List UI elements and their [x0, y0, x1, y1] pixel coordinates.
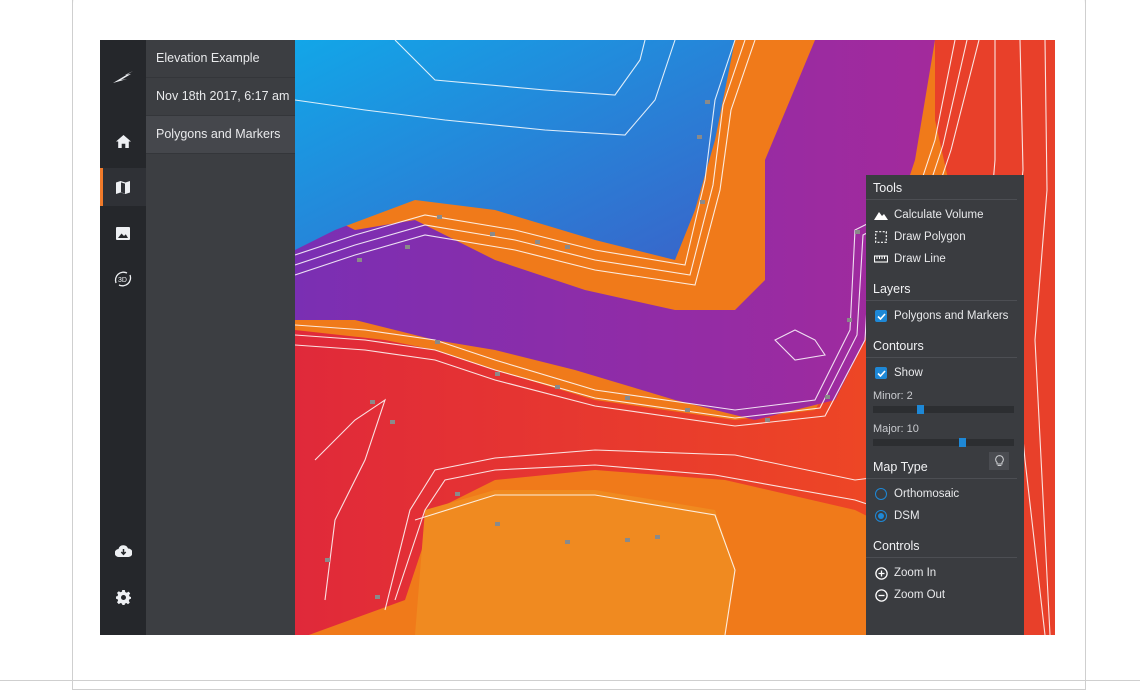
lightbulb-icon[interactable] — [989, 452, 1009, 470]
3d-view-icon[interactable]: 3D — [100, 260, 146, 298]
home-icon[interactable] — [100, 122, 146, 160]
capture-date[interactable]: Nov 18th 2017, 6:17 am — [146, 78, 295, 116]
image-icon[interactable] — [100, 214, 146, 252]
laptop-base — [0, 680, 1140, 700]
draw-line-tool[interactable]: Draw Line — [866, 248, 1024, 270]
cloud-download-icon[interactable] — [100, 532, 146, 570]
layer-item[interactable]: Polygons and Markers — [146, 116, 295, 154]
map-type-title: Map Type — [873, 460, 928, 474]
show-label: Show — [894, 367, 923, 379]
project-title[interactable]: Elevation Example — [146, 40, 295, 78]
slider-handle[interactable] — [917, 405, 924, 414]
major-interval-label: Major: 10 — [873, 423, 919, 435]
tools-heading: Tools — [866, 175, 1017, 200]
map-type-dsm[interactable]: DSM — [866, 505, 1024, 527]
major-interval-slider[interactable] — [873, 438, 1014, 447]
gear-icon[interactable] — [100, 578, 146, 616]
elevation-lower-plateau — [415, 490, 735, 635]
mountain-icon — [873, 208, 889, 222]
layer-checkbox-polygons[interactable]: Polygons and Markers — [866, 305, 1024, 327]
zoom-in-label: Zoom In — [894, 567, 937, 579]
zoom-out-button[interactable]: Zoom Out — [866, 584, 1024, 606]
svg-text:3D: 3D — [118, 277, 127, 284]
minor-interval-slider[interactable] — [873, 405, 1014, 414]
calculate-volume-label: Calculate Volume — [894, 209, 984, 221]
polygon-icon — [873, 230, 889, 244]
slider-handle[interactable] — [959, 438, 966, 447]
layer-label: Polygons and Markers — [894, 310, 1009, 322]
map-icon[interactable] — [100, 168, 146, 206]
dsm-label: DSM — [894, 510, 920, 522]
zoom-out-icon — [873, 588, 889, 602]
app-screen: 3D Elevation Example Nov 18th 2017, 6:17… — [100, 40, 1055, 635]
radio-unselected-icon[interactable] — [875, 488, 887, 500]
calculate-volume-tool[interactable]: Calculate Volume — [866, 204, 1024, 226]
controls-heading: Controls — [866, 533, 1017, 558]
app-logo — [100, 58, 146, 96]
zoom-in-icon — [873, 566, 889, 580]
map-type-heading: Map Type — [866, 452, 1017, 479]
checkbox-checked-icon[interactable] — [875, 310, 887, 322]
draw-line-label: Draw Line — [894, 253, 946, 265]
project-panel: Elevation Example Nov 18th 2017, 6:17 am… — [146, 40, 295, 635]
icon-rail: 3D — [100, 40, 146, 635]
map-type-orthomosaic[interactable]: Orthomosaic — [866, 483, 1024, 505]
contours-show-checkbox[interactable]: Show — [866, 362, 1024, 384]
minor-interval-label: Minor: 2 — [873, 390, 913, 402]
draw-polygon-tool[interactable]: Draw Polygon — [866, 226, 1024, 248]
zoom-out-label: Zoom Out — [894, 589, 946, 601]
checkbox-checked-icon[interactable] — [875, 367, 887, 379]
orthomosaic-label: Orthomosaic — [894, 488, 960, 500]
layers-heading: Layers — [866, 276, 1017, 301]
tools-panel: Tools Calculate Volume Draw Polygon Draw… — [866, 175, 1024, 635]
ruler-icon — [873, 252, 889, 266]
draw-polygon-label: Draw Polygon — [894, 231, 966, 243]
zoom-in-button[interactable]: Zoom In — [866, 562, 1024, 584]
contours-heading: Contours — [866, 333, 1017, 358]
radio-selected-icon[interactable] — [875, 510, 887, 522]
